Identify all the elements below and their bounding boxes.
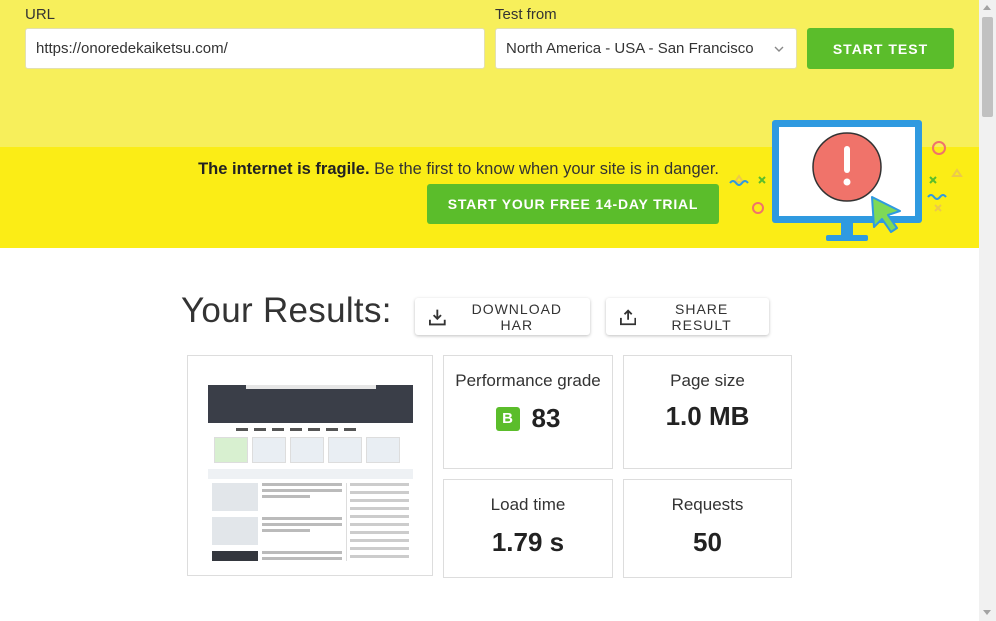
grade-badge: B bbox=[495, 406, 520, 431]
scroll-down-arrow[interactable] bbox=[983, 610, 991, 615]
share-result-button[interactable]: SHARE RESULT bbox=[606, 298, 769, 335]
page-size-value: 1.0 MB bbox=[665, 401, 750, 431]
test-from-select[interactable]: North America - USA - San Francisco bbox=[495, 28, 797, 69]
share-result-label: SHARE RESULT bbox=[671, 300, 732, 333]
load-time-value: 1.79 s bbox=[491, 527, 565, 557]
results-title: Your Results: bbox=[181, 291, 392, 330]
free-trial-button[interactable]: START YOUR FREE 14-DAY TRIAL bbox=[427, 184, 719, 224]
test-from-label: Test from bbox=[495, 6, 557, 23]
promo-text: Be the first to know when your site is i… bbox=[374, 160, 719, 178]
page-size-label: Page size bbox=[670, 371, 745, 390]
page-screenshot-thumbnail bbox=[208, 371, 413, 561]
page-size-card: Page size 1.0 MB bbox=[623, 355, 792, 469]
download-har-button[interactable]: DOWNLOAD HAR bbox=[415, 298, 590, 335]
promo-message: The internet is fragile. Be the first to… bbox=[0, 160, 719, 179]
load-time-card: Load time 1.79 s bbox=[443, 479, 613, 578]
start-test-button[interactable]: START TEST bbox=[807, 28, 954, 69]
load-time-label: Load time bbox=[490, 495, 566, 514]
promo-bold-text: The internet is fragile. bbox=[198, 160, 370, 178]
download-har-label: DOWNLOAD HAR bbox=[471, 300, 563, 333]
alert-monitor-illustration bbox=[729, 120, 963, 241]
chevron-down-icon bbox=[774, 46, 784, 52]
download-icon bbox=[429, 309, 446, 325]
requests-value: 50 bbox=[693, 527, 722, 557]
page-screenshot-card[interactable] bbox=[187, 355, 433, 576]
requests-card: Requests 50 bbox=[623, 479, 792, 578]
performance-grade-label: Performance grade bbox=[455, 371, 601, 390]
scroll-up-arrow[interactable] bbox=[983, 5, 991, 10]
performance-score: 83 bbox=[531, 403, 561, 433]
scroll-thumb[interactable] bbox=[982, 17, 993, 117]
test-from-value: North America - USA - San Francisco bbox=[506, 40, 754, 57]
share-icon bbox=[620, 308, 637, 325]
requests-label: Requests bbox=[671, 495, 744, 514]
url-input[interactable] bbox=[25, 28, 485, 69]
url-label: URL bbox=[25, 6, 56, 23]
performance-grade-card: Performance grade B 83 bbox=[443, 355, 613, 469]
page-scrollbar[interactable] bbox=[979, 0, 996, 621]
